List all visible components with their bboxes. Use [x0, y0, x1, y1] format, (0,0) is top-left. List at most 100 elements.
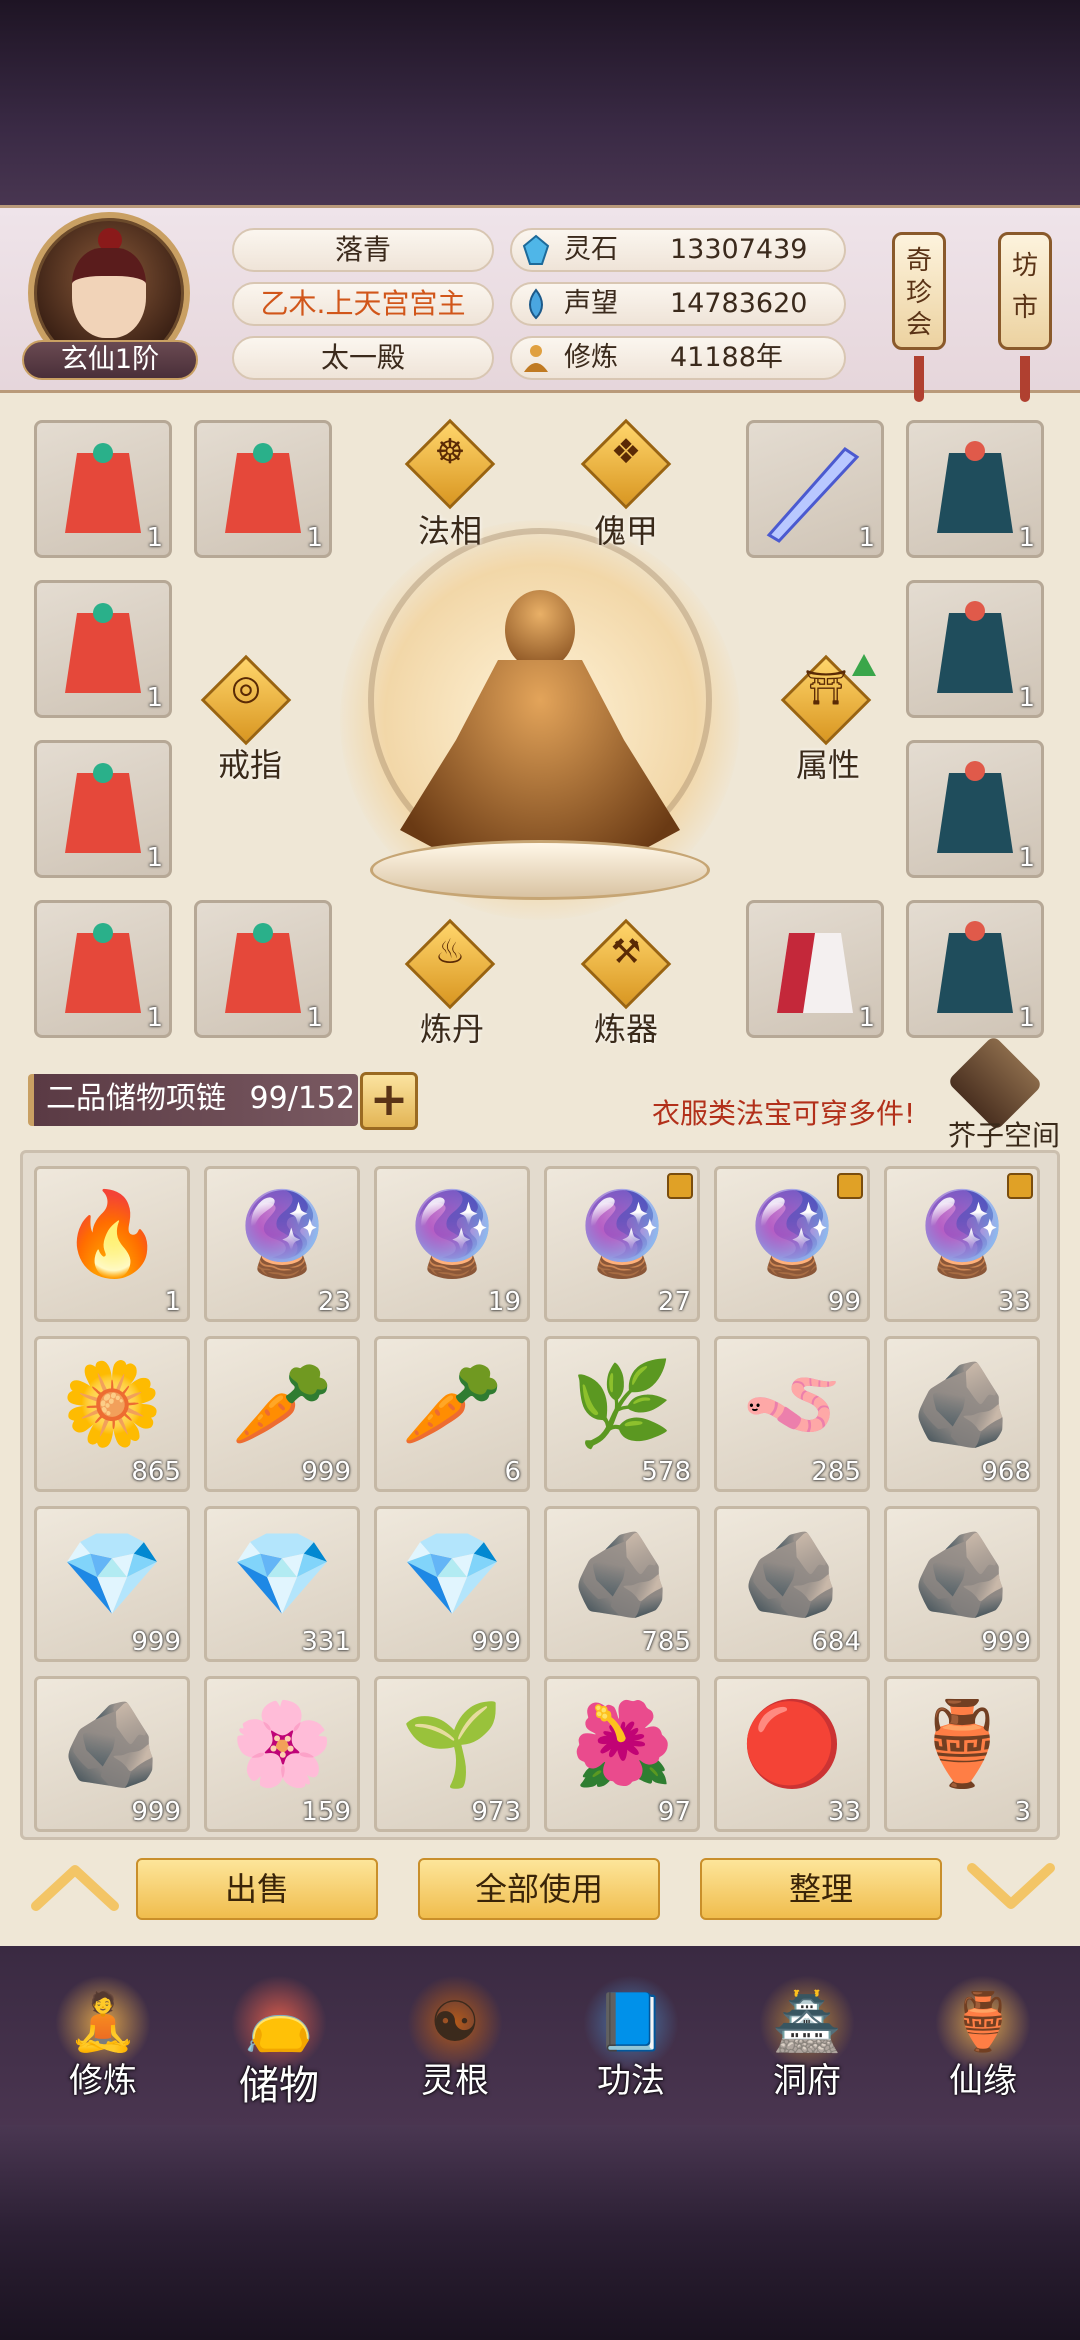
iron-ore-icon: 🪨 [740, 1527, 844, 1622]
item-count: 33 [997, 1287, 1031, 1317]
equip-slot-teal-robe[interactable]: 1 [906, 900, 1044, 1038]
nav-item-scroll-book[interactable]: 📘 功法 [556, 1975, 706, 2125]
equip-slot-red-robe[interactable]: 1 [34, 580, 172, 718]
item-count: 97 [657, 1797, 691, 1827]
equip-slot-blade[interactable]: 1 [746, 420, 884, 558]
spirit-stone-icon [522, 234, 550, 265]
inventory-item-green-crystal[interactable]: 💎 999 [374, 1506, 530, 1662]
inventory-item-fire-ore[interactable]: 🪨 968 [884, 1336, 1040, 1492]
lock-icon [667, 1173, 693, 1199]
inventory-item-purple-orb[interactable]: 🔮 33 [884, 1166, 1040, 1322]
inventory-item-green-herb[interactable]: 🌱 973 [374, 1676, 530, 1832]
anvil-icon: ⚒ [610, 932, 642, 972]
inventory-item-red-pearl[interactable]: 🔴 33 [714, 1676, 870, 1832]
nav-item-monk[interactable]: 🧘 修炼 [28, 1975, 178, 2125]
item-count: 1 [146, 523, 163, 553]
item-count: 684 [811, 1627, 861, 1657]
red-pearl-icon: 🔴 [740, 1697, 844, 1792]
alchemy-slot[interactable]: ♨ [404, 918, 496, 1010]
silver-ore-icon: 🪨 [910, 1527, 1014, 1622]
purple-orb-icon: 🔮 [740, 1187, 844, 1282]
red-flame-essence-icon: 🔥 [60, 1187, 164, 1282]
meditation-icon: ☸ [434, 432, 466, 472]
nav-label: 灵根 [421, 2061, 489, 2101]
kui-jia-label: 傀甲 [594, 512, 659, 550]
inventory-item-gourd[interactable]: 🏺 3 [884, 1676, 1040, 1832]
item-count: 99 [827, 1287, 861, 1317]
nav-label: 仙缘 [949, 2061, 1017, 2101]
inventory-item-ginseng[interactable]: 🥕 6 [374, 1336, 530, 1492]
equip-slot-red-robe[interactable]: 1 [34, 740, 172, 878]
inventory-item-iron-ore[interactable]: 🪨 684 [714, 1506, 870, 1662]
mustard-space-label[interactable]: 芥子空间 [948, 1114, 1060, 1154]
market-button[interactable]: 坊市 [998, 232, 1052, 350]
inventory-item-silver-ore[interactable]: 🪨 999 [34, 1676, 190, 1832]
item-count: 1 [1018, 1003, 1035, 1033]
inventory-item-purple-flame-essence[interactable]: 🔮 23 [204, 1166, 360, 1322]
inventory-item-red-flame-essence[interactable]: 🔥 1 [34, 1166, 190, 1322]
equip-slot-red-robe[interactable]: 1 [194, 900, 332, 1038]
inventory-item-pink-flower[interactable]: 🌸 159 [204, 1676, 360, 1832]
root-herb-icon: 🌿 [570, 1357, 674, 1452]
storage-chain-bar: 二品储物项链 99/152 [28, 1074, 358, 1126]
forging-slot[interactable]: ⚒ [580, 918, 672, 1010]
nav-item-palace[interactable]: 🏯 洞府 [732, 1975, 882, 2125]
inventory-item-plum-branch[interactable]: 🌺 97 [544, 1676, 700, 1832]
inventory-item-white-lily[interactable]: 🌼 865 [34, 1336, 190, 1492]
ring-slot[interactable]: ◎ [200, 654, 292, 746]
use-all-button[interactable]: 全部使用 [418, 1858, 660, 1920]
equip-slot-teal-robe[interactable]: 1 [906, 740, 1044, 878]
scroll-down-arrow-icon[interactable] [966, 1862, 1056, 1912]
equip-slot-red-robe[interactable]: 1 [194, 420, 332, 558]
avatar-face [72, 248, 146, 338]
inventory-item-purple-flame-essence[interactable]: 🔮 19 [374, 1166, 530, 1322]
inventory-item-green-crystal[interactable]: 💎 331 [204, 1506, 360, 1662]
item-count: 973 [471, 1797, 521, 1827]
item-count: 1 [306, 523, 323, 553]
inventory-item-dark-ore[interactable]: 🪨 785 [544, 1506, 700, 1662]
dark-ore-icon: 🪨 [570, 1527, 674, 1622]
nav-item-gourd[interactable]: 🏺 仙缘 [908, 1975, 1058, 2125]
nav-item-bag[interactable]: 👝 储物 [204, 1975, 354, 2125]
inventory-item-root-herb[interactable]: 🌿 578 [544, 1336, 700, 1492]
green-crystal-icon: 💎 [230, 1527, 334, 1622]
equip-slot-teal-robe[interactable]: 1 [906, 420, 1044, 558]
item-count: 1 [164, 1287, 181, 1317]
inventory-item-cordyceps[interactable]: 🪱 285 [714, 1336, 870, 1492]
stat-value: 14783620 [670, 288, 808, 319]
sell-button[interactable]: 出售 [136, 1858, 378, 1920]
equip-slot-red-robe[interactable]: 1 [34, 900, 172, 1038]
inventory-item-silver-ore[interactable]: 🪨 999 [884, 1506, 1040, 1662]
scroll-up-arrow-icon[interactable] [30, 1862, 120, 1912]
kui-jia-slot[interactable]: ❖ [580, 418, 672, 510]
inventory-item-purple-orb[interactable]: 🔮 27 [544, 1166, 700, 1322]
fire-ore-icon: 🪨 [910, 1357, 1014, 1452]
item-count: 968 [981, 1457, 1031, 1487]
top-backdrop [0, 0, 1080, 215]
item-count: 6 [504, 1457, 521, 1487]
stat-value: 13307439 [670, 234, 808, 265]
treasure-fair-button[interactable]: 奇珍会 [892, 232, 946, 350]
inventory-item-ginseng[interactable]: 🥕 999 [204, 1336, 360, 1492]
white-lily-icon: 🌼 [60, 1357, 164, 1452]
stat-label: 声望 [564, 288, 618, 319]
fa-xiang-slot[interactable]: ☸ [404, 418, 496, 510]
item-count: 999 [131, 1627, 181, 1657]
equip-slot-red-robe[interactable]: 1 [34, 420, 172, 558]
item-count: 785 [641, 1627, 691, 1657]
nav-item-spirit-root[interactable]: ☯ 灵根 [380, 1975, 530, 2125]
sort-button[interactable]: 整理 [700, 1858, 942, 1920]
expand-storage-button[interactable]: + [360, 1072, 418, 1130]
player-title[interactable]: 乙木.上天宫宫主 [232, 282, 494, 326]
nav-label: 洞府 [773, 2061, 841, 2101]
inventory-item-purple-orb[interactable]: 🔮 99 [714, 1166, 870, 1322]
tassel-decoration [914, 356, 924, 402]
equip-slot-teal-robe[interactable]: 1 [906, 580, 1044, 718]
lock-icon [837, 1173, 863, 1199]
player-faction: 太一殿 [232, 336, 494, 380]
purple-flame-essence-icon: 🔮 [230, 1187, 334, 1282]
stat-cultivation: 修炼 41188年 [510, 336, 846, 380]
inventory-item-cyan-crystal[interactable]: 💎 999 [34, 1506, 190, 1662]
equip-slot-white-red-robe[interactable]: 1 [746, 900, 884, 1038]
item-count: 19 [487, 1287, 521, 1317]
